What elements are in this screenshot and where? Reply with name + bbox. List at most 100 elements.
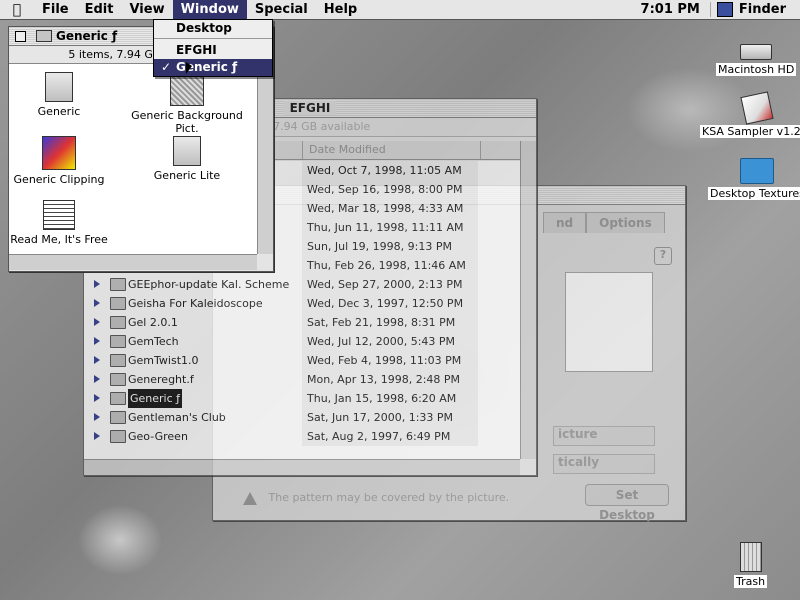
menu-file[interactable]: File: [34, 0, 77, 19]
disclosure-triangle-icon[interactable]: [94, 356, 100, 364]
folder-icon: [110, 335, 126, 348]
menu-view[interactable]: View: [121, 0, 172, 19]
window-menu-item-efghi[interactable]: EFGHI: [154, 42, 272, 59]
folder-icon: [110, 411, 126, 424]
disclosure-triangle-icon[interactable]: [94, 299, 100, 307]
table-row[interactable]: Gel 2.0.1 Sat, Feb 21, 1998, 8:31 PM: [84, 313, 520, 332]
row-date: Wed, Jul 12, 2000, 5:43 PM: [307, 335, 456, 348]
row-date: Sat, Aug 2, 1997, 6:49 PM: [307, 430, 451, 443]
column-date-modified[interactable]: Date Modified: [302, 141, 485, 159]
row-date: Wed, Mar 18, 1998, 4:33 AM: [307, 202, 464, 215]
help-button[interactable]: ?: [654, 247, 672, 265]
row-name: GEEphor-update Kal. Scheme: [128, 278, 290, 291]
remove-picture-button[interactable]: icture: [553, 426, 655, 446]
folder-icon: [110, 373, 126, 386]
window-title: Generic ƒ: [56, 29, 118, 43]
window-title: EFGHI: [283, 101, 337, 115]
menu-edit[interactable]: Edit: [77, 0, 122, 19]
file-icon-item[interactable]: Generic Clipping: [0, 136, 119, 186]
vertical-scrollbar[interactable]: [520, 141, 536, 459]
menubar:  File Edit View Window Special Help 7:0…: [0, 0, 800, 20]
clipping-icon: [42, 136, 76, 170]
close-box-icon[interactable]: [15, 30, 26, 42]
table-row[interactable]: GemTech Wed, Jul 12, 2000, 5:43 PM: [84, 332, 520, 351]
window-menu-item-desktop[interactable]: Desktop: [154, 20, 272, 37]
checkmark-icon: ✓: [161, 60, 172, 74]
row-name: Generic ƒ: [128, 389, 183, 408]
table-row[interactable]: Genereght.f Mon, Apr 13, 1998, 2:48 PM: [84, 370, 520, 389]
folder-icon: [36, 30, 52, 42]
hard-disk-icon: [740, 44, 773, 60]
picture-preview: [565, 272, 653, 372]
menu-separator: [154, 38, 272, 41]
tab-options[interactable]: Options: [586, 212, 665, 233]
file-icon-item[interactable]: Generic: [0, 72, 119, 118]
row-date: Sat, Feb 21, 1998, 8:31 PM: [307, 316, 456, 329]
folder-icon: [110, 278, 126, 291]
desktop-icon-trash[interactable]: Trash: [734, 542, 768, 588]
vertical-scrollbar[interactable]: [257, 64, 273, 254]
row-date: Wed, Feb 4, 1998, 11:03 PM: [307, 354, 462, 367]
sort-direction-button[interactable]: [480, 141, 521, 159]
row-name: Geisha For Kaleidoscope: [128, 297, 263, 310]
horizontal-scrollbar[interactable]: [9, 254, 257, 270]
row-name: GemTwist1.0: [128, 354, 199, 367]
window-menu-item-generic[interactable]: ✓ Generic ƒ: [154, 59, 272, 76]
disclosure-triangle-icon[interactable]: [94, 375, 100, 383]
document-icon: [43, 200, 75, 230]
desktop-icon-ksa-sampler[interactable]: KSA Sampler v1.2.1: [700, 91, 800, 138]
menu-window[interactable]: Window: [172, 0, 247, 19]
row-date: Thu, Jun 11, 1998, 11:11 AM: [307, 221, 464, 234]
menu-help[interactable]: Help: [316, 0, 365, 19]
table-row[interactable]: Geisha For Kaleidoscope Wed, Dec 3, 1997,…: [84, 294, 520, 313]
picture-icon: [170, 72, 204, 106]
disclosure-triangle-icon[interactable]: [94, 413, 100, 421]
table-row[interactable]: Geo-Green Sat, Aug 2, 1997, 6:49 PM: [84, 427, 520, 446]
table-row[interactable]: Generic ƒ Thu, Jan 15, 1998, 6:20 AM: [84, 389, 520, 408]
apple-menu-icon[interactable]: : [0, 2, 34, 18]
folder-icon: [110, 297, 126, 310]
menubar-clock[interactable]: 7:01 PM: [631, 2, 710, 17]
row-name: Genereght.f: [128, 373, 194, 386]
folder-icon: [110, 316, 126, 329]
table-row[interactable]: GEEphor-update Kal. Scheme Wed, Sep 27, 2…: [84, 275, 520, 294]
desktop-icon-macintosh-hd[interactable]: Macintosh HD: [716, 44, 797, 76]
finder-icon: [716, 2, 733, 17]
menu-special[interactable]: Special: [247, 0, 316, 19]
horizontal-scrollbar[interactable]: [84, 459, 520, 475]
row-date: Wed, Sep 27, 2000, 2:13 PM: [307, 278, 463, 291]
folder-icon: [110, 430, 126, 443]
row-date: Wed, Oct 7, 1998, 11:05 AM: [307, 164, 462, 177]
table-row[interactable]: Gentleman's Club Sat, Jun 17, 2000, 1:33 …: [84, 408, 520, 427]
tab-pictures[interactable]: nd: [543, 212, 587, 233]
folder-icon: [110, 392, 126, 405]
row-date: Thu, Feb 26, 1998, 11:46 AM: [307, 259, 466, 272]
position-popup[interactable]: tically: [553, 454, 655, 474]
disclosure-triangle-icon[interactable]: [94, 432, 100, 440]
table-row[interactable]: GemTwist1.0 Wed, Feb 4, 1998, 11:03 PM: [84, 351, 520, 370]
row-date: Thu, Jan 15, 1998, 6:20 AM: [307, 392, 457, 405]
set-desktop-button[interactable]: Set Desktop: [585, 484, 669, 522]
folder-icon: [110, 354, 126, 367]
warning-icon: [243, 491, 257, 505]
application-menu[interactable]: Finder: [709, 2, 800, 17]
file-icon-item[interactable]: Generic Lite: [127, 136, 247, 182]
file-icon-item[interactable]: Generic Background Pict.: [127, 72, 247, 135]
application-name: Finder: [738, 2, 786, 17]
row-date: Sat, Jun 17, 2000, 1:33 PM: [307, 411, 454, 424]
disclosure-triangle-icon[interactable]: [94, 337, 100, 345]
file-icon-item[interactable]: Read Me, It's Free: [0, 200, 119, 246]
trash-icon: [739, 542, 762, 572]
disclosure-triangle-icon[interactable]: [94, 318, 100, 326]
window-menu-dropdown: Desktop EFGHI ✓ Generic ƒ: [153, 19, 273, 77]
application-icon: [45, 72, 73, 102]
row-date: Wed, Dec 3, 1997, 12:50 PM: [307, 297, 464, 310]
disclosure-triangle-icon[interactable]: [94, 280, 100, 288]
desktop-icon-desktop-textures[interactable]: Desktop Textures: [708, 158, 800, 200]
row-date: Wed, Sep 16, 1998, 8:00 PM: [307, 183, 463, 196]
row-name: Gel 2.0.1: [128, 316, 178, 329]
application-icon: [739, 91, 774, 125]
disclosure-triangle-icon[interactable]: [94, 394, 100, 402]
row-name: Gentleman's Club: [128, 411, 226, 424]
row-date: Mon, Apr 13, 1998, 2:48 PM: [307, 373, 461, 386]
